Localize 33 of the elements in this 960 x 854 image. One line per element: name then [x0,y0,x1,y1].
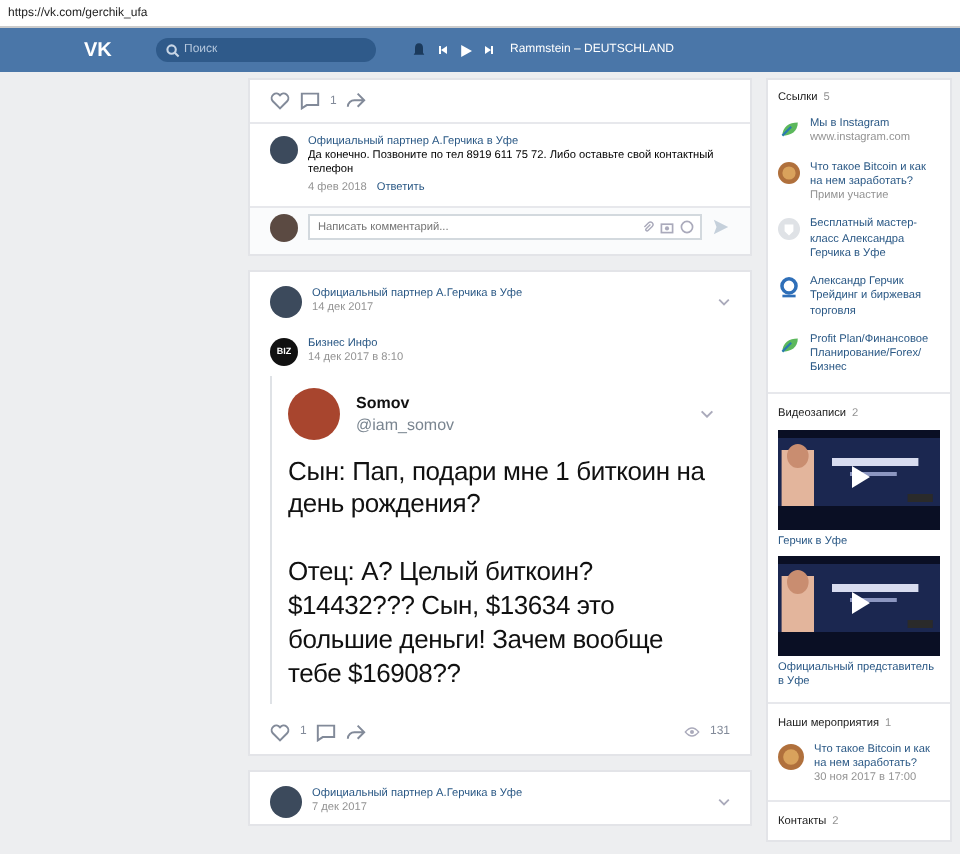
share-icon[interactable] [346,92,367,110]
chevron-icon[interactable] [718,297,730,306]
eye-icon [683,726,700,739]
ring-icon[interactable] [778,276,800,299]
avatar-icon[interactable] [270,136,298,164]
tweet-text: Сын: Пап, подари мне 1 биткоин на день рождения? Отец: А? Целый биткоин? $14432??? Сын, $13634 это большие деньги! Зачем вообще тебе $16908?? [288,455,707,692]
camera-icon[interactable] [660,220,674,235]
coin-icon[interactable] [778,743,804,770]
leaf-icon[interactable] [778,333,800,356]
comment-icon[interactable] [300,92,320,110]
share-icon[interactable] [346,723,367,742]
heart-icon[interactable] [270,92,290,110]
play-icon[interactable] [849,591,869,614]
next-icon[interactable] [484,44,494,56]
heart-icon[interactable] [270,723,290,742]
search-icon [166,43,180,57]
avatar-icon[interactable] [270,785,302,818]
avatar-icon [270,213,298,242]
tweet-handle: @iam_somov [356,415,455,434]
paperclip-icon[interactable] [642,220,654,235]
chevron-icon[interactable] [718,797,730,806]
smiley-icon[interactable] [680,220,694,235]
avatar-icon[interactable] [270,285,302,318]
bell-icon[interactable] [412,42,426,58]
logo[interactable]: VK [84,39,144,61]
avatar-icon [288,387,340,440]
coin-icon[interactable] [778,161,800,184]
leaf-icon[interactable] [778,118,800,140]
tweet-author: Somov [356,393,412,412]
play-icon[interactable] [849,465,869,488]
previous-icon[interactable] [438,44,448,56]
chevron-icon [700,409,714,418]
comment-icon[interactable] [316,723,337,742]
